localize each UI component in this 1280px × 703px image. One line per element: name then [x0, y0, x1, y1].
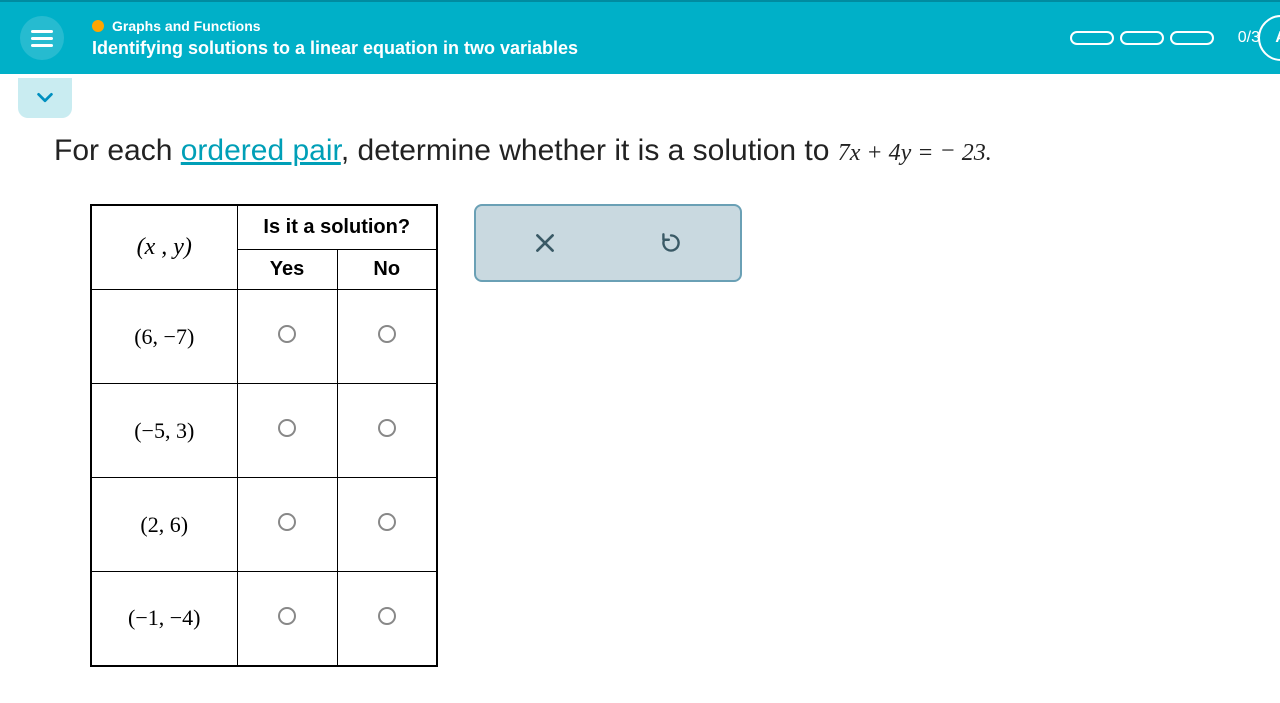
header-no: No	[337, 250, 437, 290]
reset-icon	[658, 230, 684, 256]
table-row: (2, 6)	[91, 478, 437, 572]
side-badge[interactable]: A	[1258, 15, 1280, 61]
question-prefix: For each	[54, 134, 181, 167]
expand-tab[interactable]	[18, 78, 72, 118]
pair-cell: (6, −7)	[91, 290, 237, 384]
radio-yes[interactable]	[278, 513, 296, 531]
radio-no[interactable]	[378, 419, 396, 437]
clear-tool[interactable]	[482, 212, 608, 274]
radio-yes[interactable]	[278, 607, 296, 625]
progress-pills	[1070, 31, 1214, 45]
radio-yes[interactable]	[278, 325, 296, 343]
table-row: (−5, 3)	[91, 384, 437, 478]
progress-pill	[1170, 31, 1214, 45]
menu-icon	[31, 26, 53, 51]
question-text: For each ordered pair, determine whether…	[54, 134, 1280, 168]
table-row: (−1, −4)	[91, 572, 437, 666]
chevron-down-icon	[34, 87, 56, 109]
title-block: Graphs and Functions Identifying solutio…	[92, 18, 578, 59]
close-icon	[532, 230, 558, 256]
table-row: (6, −7)	[91, 290, 437, 384]
menu-button[interactable]	[20, 16, 64, 60]
equation-text: 7x + 4y = − 23.	[838, 140, 992, 166]
topic-title: Identifying solutions to a linear equati…	[92, 38, 578, 59]
reset-tool[interactable]	[608, 212, 734, 274]
top-bar: Graphs and Functions Identifying solutio…	[0, 0, 1280, 74]
radio-no[interactable]	[378, 325, 396, 343]
header-is-solution: Is it a solution?	[237, 205, 437, 250]
progress-pill	[1070, 31, 1114, 45]
category-dot-icon	[92, 20, 104, 32]
header-yes: Yes	[237, 250, 337, 290]
ordered-pair-link[interactable]: ordered pair	[181, 134, 341, 167]
pair-cell: (−1, −4)	[91, 572, 237, 666]
progress-counter: 0/3	[1238, 29, 1260, 47]
category-label: Graphs and Functions	[112, 18, 261, 34]
toolbox	[474, 204, 742, 282]
pair-cell: (2, 6)	[91, 478, 237, 572]
solution-table: (x , y) Is it a solution? Yes No (6, −7)…	[90, 204, 438, 667]
radio-no[interactable]	[378, 513, 396, 531]
header-pair: (x , y)	[91, 205, 237, 290]
radio-no[interactable]	[378, 607, 396, 625]
pair-cell: (−5, 3)	[91, 384, 237, 478]
question-middle: , determine whether it is a solution to	[341, 134, 838, 167]
progress-pill	[1120, 31, 1164, 45]
radio-yes[interactable]	[278, 419, 296, 437]
